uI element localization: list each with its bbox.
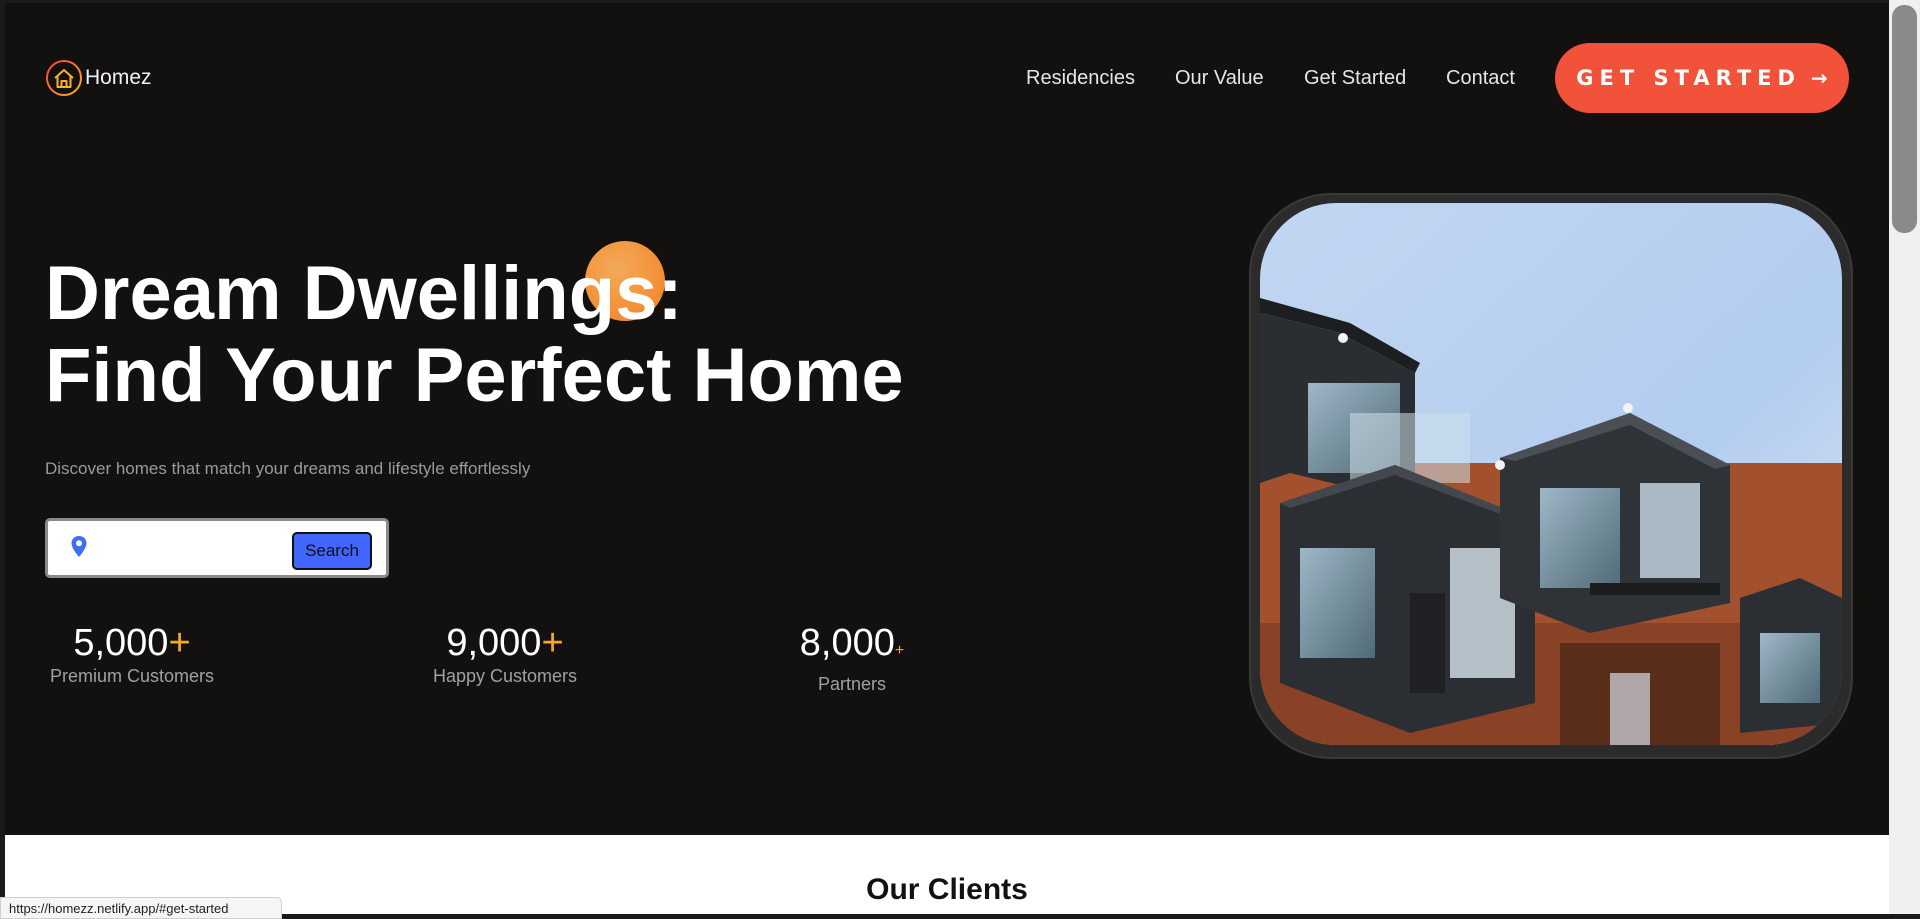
home-icon <box>45 59 83 97</box>
scrollbar-thumb[interactable] <box>1892 5 1917 233</box>
status-bar-url: https://homezz.netlify.app/#get-started <box>0 897 282 919</box>
location-pin-icon <box>70 535 88 564</box>
hero-section: Homez Residencies Our Value Get Started … <box>5 3 1889 835</box>
stat-happy-customers: 9,000+ Happy Customers <box>429 623 581 687</box>
hero-subtitle: Discover homes that match your dreams an… <box>45 459 531 478</box>
nav-link-our-value[interactable]: Our Value <box>1175 67 1264 90</box>
hero-image <box>1260 203 1842 745</box>
get-started-label: GET STARTED <box>1576 66 1801 90</box>
logo[interactable]: Homez <box>45 59 152 97</box>
search-button[interactable]: Search <box>292 532 372 570</box>
stat-value: 5,000 <box>73 622 169 664</box>
stat-label: Happy Customers <box>432 666 578 686</box>
stat-plus: + <box>168 622 191 664</box>
arrow-right-icon: → <box>1810 66 1828 90</box>
clients-heading: Our Clients <box>866 873 1028 906</box>
search-bar: Search <box>45 518 389 578</box>
nav-link-residencies[interactable]: Residencies <box>1026 67 1135 90</box>
stat-label: Premium Customers <box>49 666 215 686</box>
get-started-button[interactable]: GET STARTED → <box>1555 43 1849 113</box>
stat-partners: 8,000+ Partners <box>792 623 912 695</box>
stat-plus: + <box>894 642 905 659</box>
logo-text: Homez <box>85 66 152 89</box>
stat-label: Partners <box>817 674 887 694</box>
nav-link-contact[interactable]: Contact <box>1446 67 1515 90</box>
stat-plus: + <box>541 622 564 664</box>
page-title: Dream Dwellings: Find Your Perfect Home <box>45 253 904 417</box>
title-line-1: Dream Dwellings: <box>45 251 683 336</box>
location-search-input[interactable] <box>108 533 280 565</box>
stat-premium-customers: 5,000+ Premium Customers <box>45 623 219 687</box>
title-line-2: Find Your Perfect Home <box>45 333 904 418</box>
stat-value: 9,000 <box>446 622 542 664</box>
browser-viewport: Homez Residencies Our Value Get Started … <box>5 3 1889 914</box>
stat-value: 8,000 <box>799 622 895 664</box>
nav-link-get-started[interactable]: Get Started <box>1304 67 1406 90</box>
